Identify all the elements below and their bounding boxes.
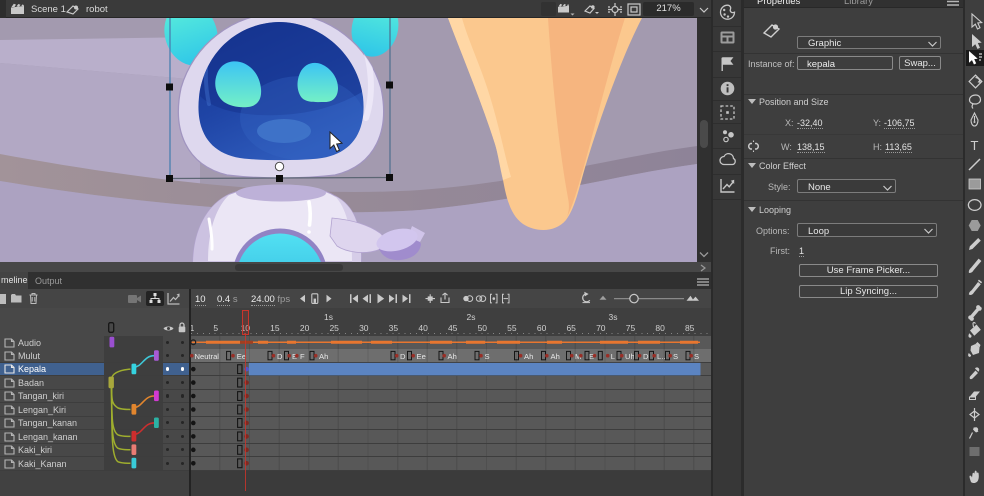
svg-text:D: D [400,352,406,361]
svg-text:L: L [611,352,615,361]
svg-text:Uh: Uh [625,352,635,361]
svg-text:D: D [643,352,649,361]
svg-text:Ah: Ah [524,352,533,361]
svg-text:Ah: Ah [319,352,328,361]
svg-text:F: F [300,352,305,361]
svg-text:S: S [694,352,699,361]
svg-text:Neutral: Neutral [195,352,220,361]
svg-text:S: S [485,352,490,361]
svg-text:D: D [277,352,283,361]
svg-text:Ee: Ee [417,352,426,361]
svg-text:S: S [673,352,678,361]
svg-text:Ah: Ah [448,352,457,361]
svg-text:T: T [971,138,979,153]
svg-text:L..: L.. [657,352,665,361]
svg-text:Ah: Ah [551,352,560,361]
